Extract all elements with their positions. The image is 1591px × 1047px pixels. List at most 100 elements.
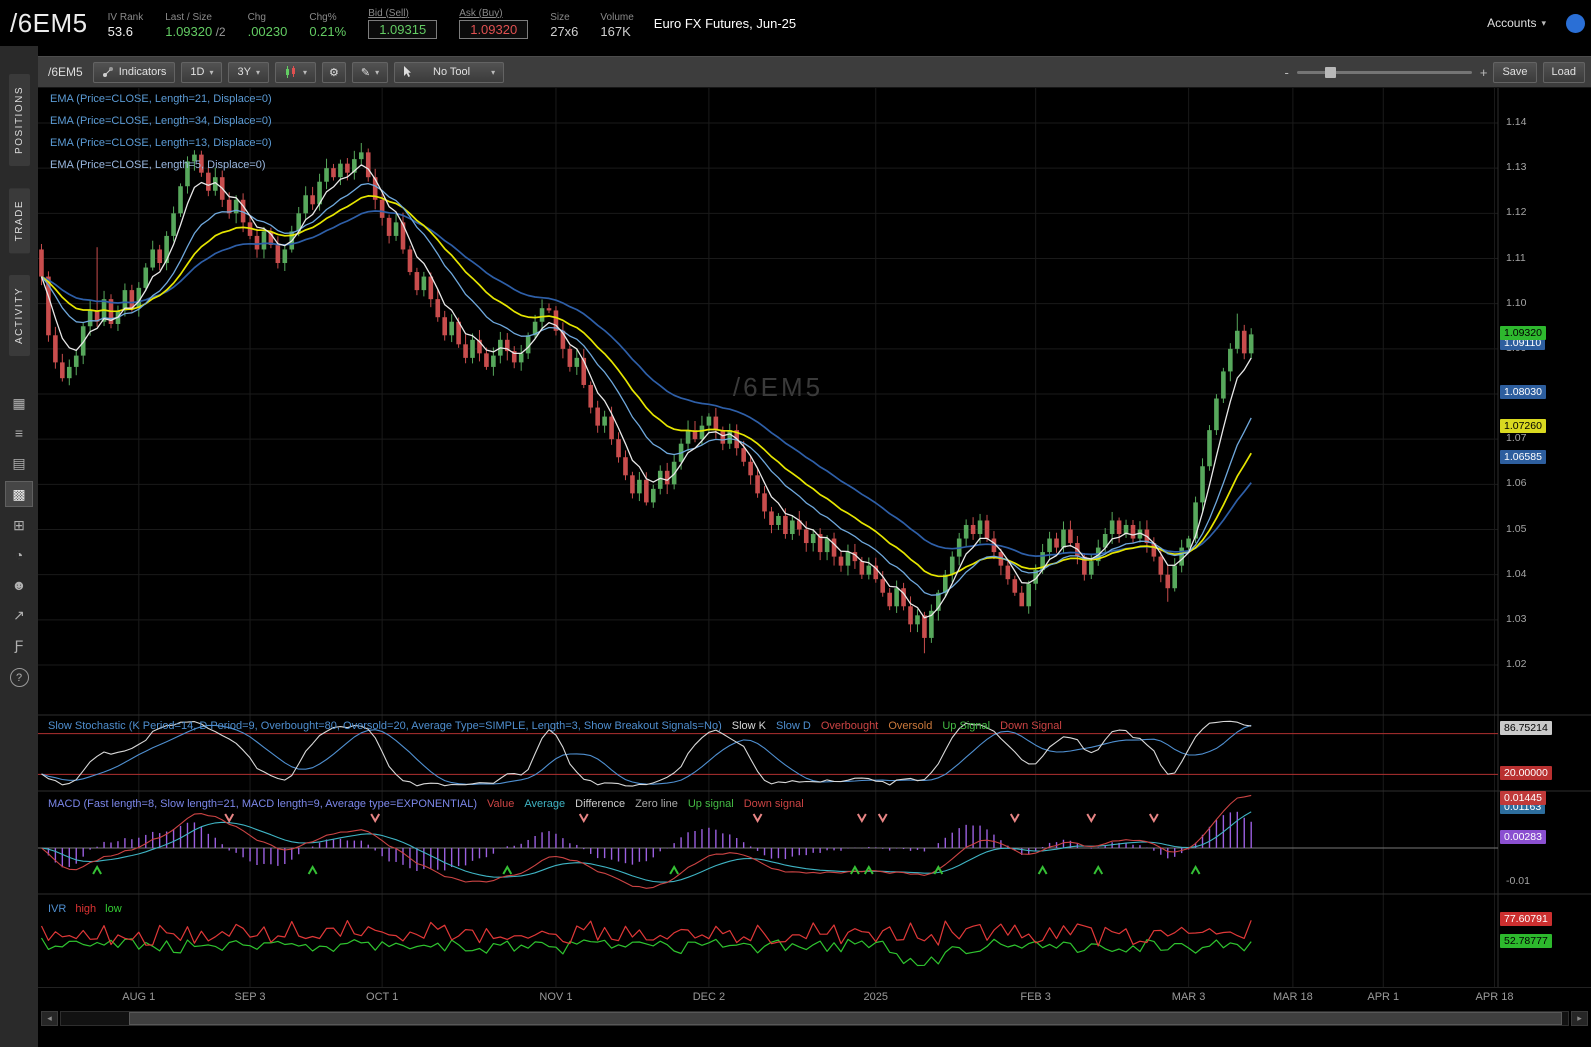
field-value: 0.21% (309, 23, 347, 39)
fx-board-icon[interactable]: Ƒ (6, 633, 32, 657)
chevron-down-icon: ▾ (375, 67, 380, 77)
quote-field-iv-rank: IV Rank 53.6 (108, 12, 144, 39)
time-axis-label: MAR 3 (1171, 991, 1206, 1003)
timeframe-dropdown[interactable]: 1D ▾ (181, 61, 223, 83)
watchlist-icon[interactable]: ≡ (6, 421, 32, 445)
quote-field-bid-sell-[interactable]: Bid (Sell) 1.09315 (368, 7, 438, 39)
sidebar-tab-positions[interactable]: POSITIONS (8, 74, 30, 166)
price-axis: 1.141.131.121.111.101.091.081.071.061.05… (1499, 88, 1591, 987)
axis-tick-label: 1.12 (1506, 206, 1527, 219)
field-value: 167K (600, 23, 631, 39)
sidebar-tab-trade[interactable]: TRADE (8, 187, 30, 254)
quote-field-volume: Volume 167K (600, 12, 633, 39)
indicators-button[interactable]: Indicators (92, 61, 176, 83)
sidebar-icons: ▦ ≡ ▤ ▩ ⊞ ◔ ☻ ↗ Ƒ? (5, 388, 33, 690)
field-label: Chg (247, 11, 266, 23)
axis-tick-label: 1.13 (1506, 161, 1527, 174)
chart-toolbar: /6EM5 Indicators 1D ▾ 3Y ▾ ▾ ⚙ ✎ ▾ No To… (38, 56, 1591, 88)
chevron-down-icon: ▾ (302, 67, 307, 77)
community-icon[interactable]: ☻ (6, 573, 32, 597)
pencil-icon: ✎ (360, 66, 371, 79)
field-label: Chg% (309, 11, 337, 23)
load-button[interactable]: Load (1542, 61, 1585, 83)
settings-gear-button[interactable]: ⚙ (321, 61, 346, 83)
drawing-tools-dropdown[interactable]: ✎ ▾ (351, 61, 389, 83)
cursor-icon (404, 66, 412, 77)
left-sidebar: POSITIONS TRADE ACTIVITY ▦ ≡ ▤ ▩ ⊞ ◔ ☻ ↗ Ƒ? (0, 46, 38, 1047)
sidebar-tab-activity[interactable]: ACTIVITY (8, 275, 30, 357)
field-value: 53.6 (107, 23, 133, 39)
save-button[interactable]: Save (1493, 61, 1537, 83)
quote-fields: IV Rank 53.6 Last / Size 1.09320 /2 Chg .0023… (108, 8, 634, 39)
gear-icon: ⚙ (328, 66, 339, 79)
axis-value-box: 1.08030 (1500, 384, 1546, 399)
indicators-label: Indicators (118, 66, 167, 78)
axis-value-box: 52.78777 (1500, 933, 1552, 948)
toolbar-symbol[interactable]: /6EM5 (44, 65, 87, 79)
trading-app-window: /6EM5 IV Rank 53.6 Last / Size 1.09320 /2 Ch… (0, 0, 1591, 1047)
chevron-down-icon: ▾ (1541, 17, 1546, 28)
quote-field-ask-buy-[interactable]: Ask (Buy) 1.09320 (459, 8, 529, 39)
field-value: 1.09320 (459, 19, 529, 39)
accounts-menu[interactable]: Accounts ▾ (1487, 16, 1546, 30)
zoom-in-button[interactable]: + (1480, 65, 1488, 80)
notes-icon[interactable]: ▤ (6, 451, 32, 475)
axis-tick-label: 1.06 (1506, 477, 1527, 490)
time-axis-label: APR 18 (1475, 991, 1514, 1003)
calculator-icon[interactable]: ▦ (6, 391, 32, 415)
field-value: 1.09315 (368, 19, 438, 39)
share-export-icon[interactable]: ↗ (6, 603, 32, 627)
field-label: Bid (Sell) (368, 7, 409, 19)
chevron-down-icon: ▾ (209, 67, 214, 77)
charts-icon[interactable]: ▩ (5, 481, 33, 508)
scroll-right-arrow[interactable]: ▸ (1571, 1011, 1588, 1026)
apps-grid-icon[interactable]: ⊞ (6, 513, 32, 537)
range-dropdown[interactable]: 3Y ▾ (228, 61, 269, 83)
time-axis-label: OCT 1 (366, 991, 399, 1003)
time-axis-label: FEB 3 (1020, 991, 1051, 1003)
field-value: .00230 (247, 23, 288, 39)
zoom-out-button[interactable]: - (1285, 65, 1289, 80)
chevron-down-icon: ▾ (491, 67, 496, 77)
chart-panel: /6EM5 Indicators 1D ▾ 3Y ▾ ▾ ⚙ ✎ ▾ No To… (38, 46, 1591, 1047)
axis-value-box: 1.07260 (1500, 419, 1546, 434)
scroll-left-arrow[interactable]: ◂ (41, 1011, 58, 1026)
axis-value-box: 77.60791 (1500, 912, 1552, 927)
chart-canvas[interactable]: /6EM5 (38, 88, 1591, 987)
field-label: Volume (600, 11, 634, 23)
field-value: 1.09320 /2 (165, 23, 226, 39)
scrollbar-track[interactable] (60, 1011, 1569, 1026)
zoom-slider-thumb[interactable] (1324, 66, 1336, 78)
range-value: 3Y (237, 66, 251, 78)
active-tool-dropdown[interactable]: No Tool ▾ (394, 61, 505, 83)
chart-area: /6EM5 EMA (Price=CLOSE, Length=21, Displ… (38, 88, 1591, 987)
quote-field-chg: Chg .00230 (248, 12, 288, 39)
field-suffix: /2 (212, 24, 226, 39)
history-clock-icon[interactable]: ◔ (6, 543, 32, 567)
scrollbar-thumb[interactable] (128, 1012, 1563, 1025)
time-axis-label: MAR 18 (1273, 991, 1313, 1003)
symbol-title: /6EM5 (10, 7, 88, 38)
app-body: POSITIONS TRADE ACTIVITY ▦ ≡ ▤ ▩ ⊞ ◔ ☻ ↗ Ƒ? /6EM5 … (0, 46, 1591, 1047)
time-axis-label: NOV 1 (539, 991, 573, 1003)
axis-tick-label: 1.07 (1506, 432, 1527, 445)
indicators-beaker-icon (102, 67, 113, 77)
notification-badge[interactable] (1566, 13, 1585, 33)
quote-field-chg-: Chg% 0.21% (309, 12, 346, 39)
quote-field-size: Size 27x6 (550, 12, 578, 39)
help-icon[interactable]: ? (9, 668, 29, 688)
axis-value-box: 1.06585 (1500, 449, 1546, 464)
field-value: 27x6 (550, 23, 579, 39)
axis-value-box: 0.01445 (1500, 790, 1546, 805)
horizontal-scrollbar[interactable]: ◂ ▸ (41, 1011, 1588, 1026)
candlestick-chart-icon (285, 66, 295, 78)
timeframe-value: 1D (190, 66, 205, 78)
quote-header: /6EM5 IV Rank 53.6 Last / Size 1.09320 /2 Ch… (0, 0, 1591, 46)
axis-tick-label: 1.10 (1506, 296, 1527, 309)
chart-type-dropdown[interactable]: ▾ (274, 61, 316, 83)
accounts-label: Accounts (1487, 16, 1537, 30)
contract-description: Euro FX Futures, Jun-25 (653, 15, 797, 31)
zoom-slider[interactable] (1296, 66, 1472, 78)
quote-field-last-size: Last / Size 1.09320 /2 (165, 12, 225, 39)
chevron-down-icon: ▾ (255, 67, 260, 77)
